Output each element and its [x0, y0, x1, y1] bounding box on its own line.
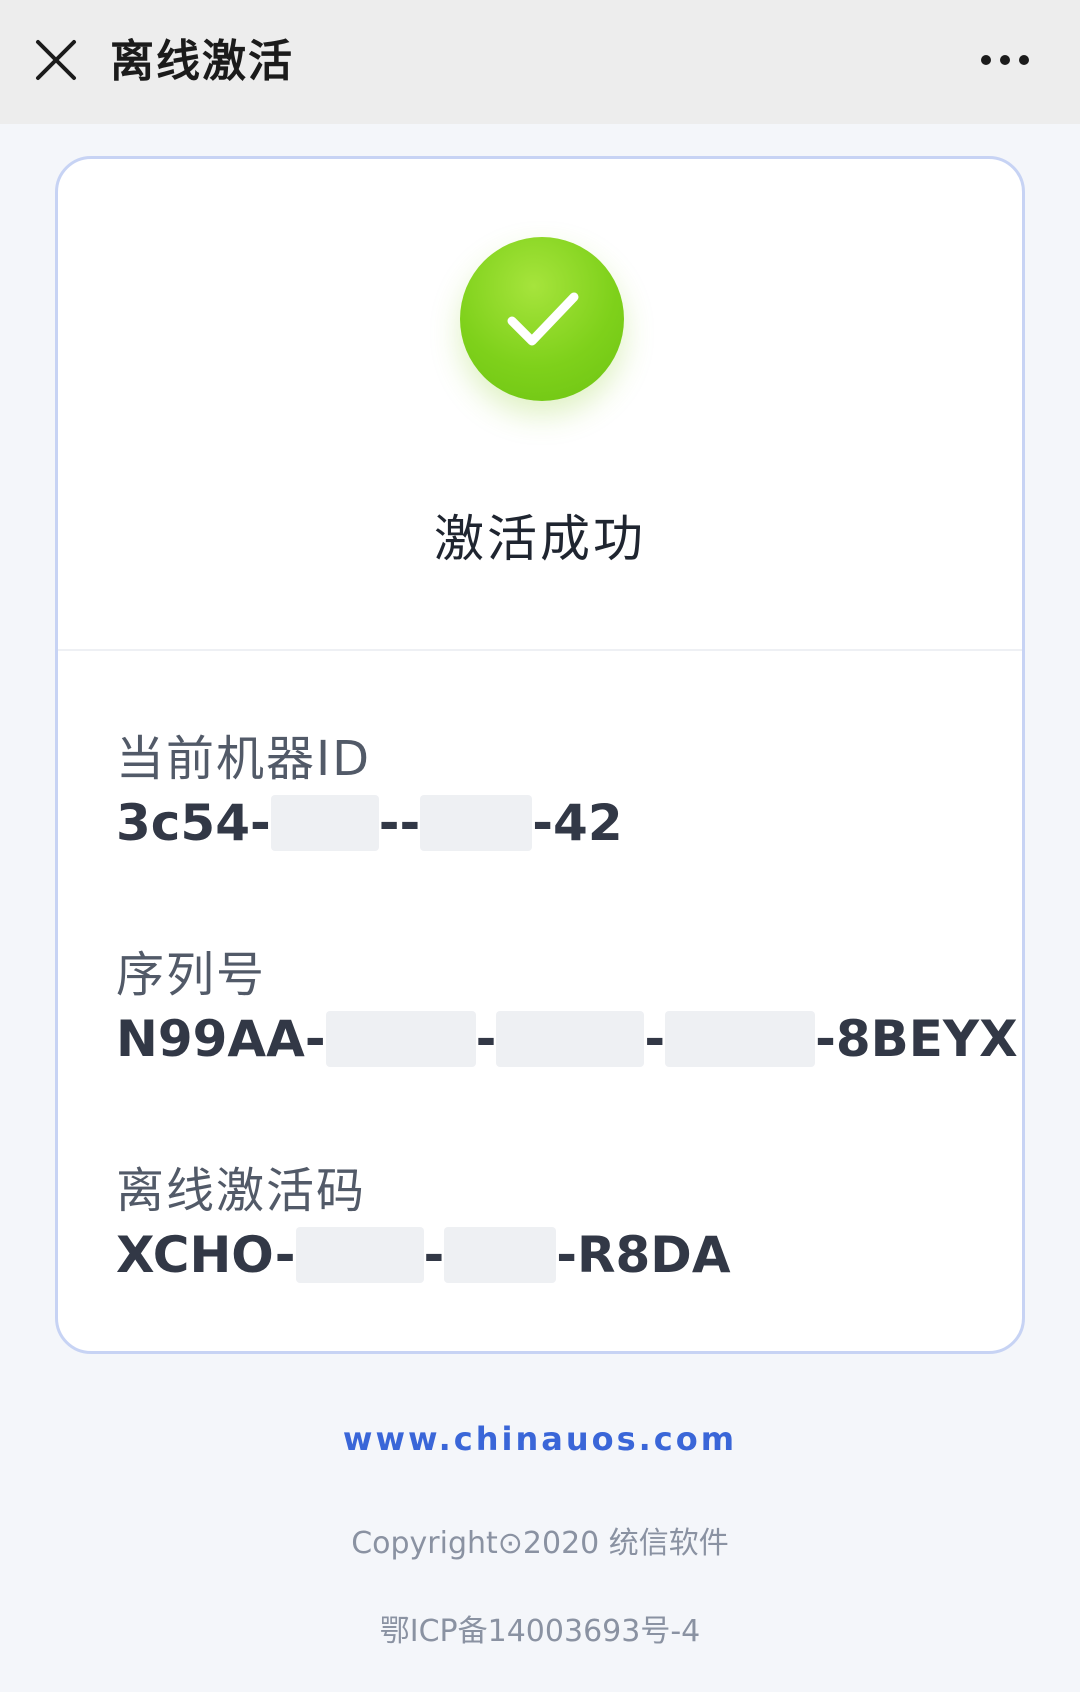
redacted-block [444, 1227, 557, 1283]
machine-id-part-1: 3c54- [116, 794, 271, 852]
machine-id-label: 当前机器ID [116, 731, 372, 787]
serial-part-1: N99AA- [116, 1010, 326, 1068]
redacted-block [270, 795, 379, 851]
close-button[interactable] [24, 28, 88, 92]
activation-card: 激活成功 当前机器ID 3c54- -- -42 序列号 N99AA- - - … [55, 156, 1025, 1354]
redacted-block [295, 1227, 424, 1283]
serial-part-3: - [644, 1010, 666, 1068]
activation-code-label: 离线激活码 [116, 1163, 367, 1219]
machine-id-part-2: -- [378, 794, 421, 852]
redacted-block [325, 1011, 476, 1067]
redacted-block [420, 795, 533, 851]
check-circle-icon [460, 237, 624, 401]
serial-part-4: -8BEYX [815, 1010, 1018, 1068]
activation-code-part-1: XCHO- [116, 1226, 296, 1284]
redacted-block [496, 1011, 645, 1067]
status-message: 激活成功 [434, 510, 646, 568]
machine-id-value: 3c54- -- -42 [116, 791, 623, 855]
activation-code-value: XCHO- - -R8DA [116, 1223, 731, 1287]
serial-part-2: - [475, 1010, 497, 1068]
website-link[interactable]: www.chinauos.com [0, 1420, 1080, 1458]
title-bar: 离线激活 [0, 0, 1080, 124]
serial-number-value: N99AA- - - -8BEYX [116, 1007, 1018, 1071]
more-icon [981, 55, 991, 65]
divider [58, 649, 1022, 651]
activation-code-part-2: - [423, 1226, 445, 1284]
more-button[interactable] [970, 32, 1040, 88]
machine-id-part-3: -42 [532, 794, 623, 852]
page-title: 离线激活 [110, 36, 294, 87]
icp-license-text: 鄂ICP备14003693号-4 [379, 1614, 701, 1649]
serial-number-label: 序列号 [116, 947, 267, 1003]
copyright-text: Copyright⊙2020 统信软件 [351, 1526, 729, 1561]
activation-code-part-3: -R8DA [556, 1226, 731, 1284]
redacted-block [665, 1011, 816, 1067]
close-icon [36, 40, 76, 80]
